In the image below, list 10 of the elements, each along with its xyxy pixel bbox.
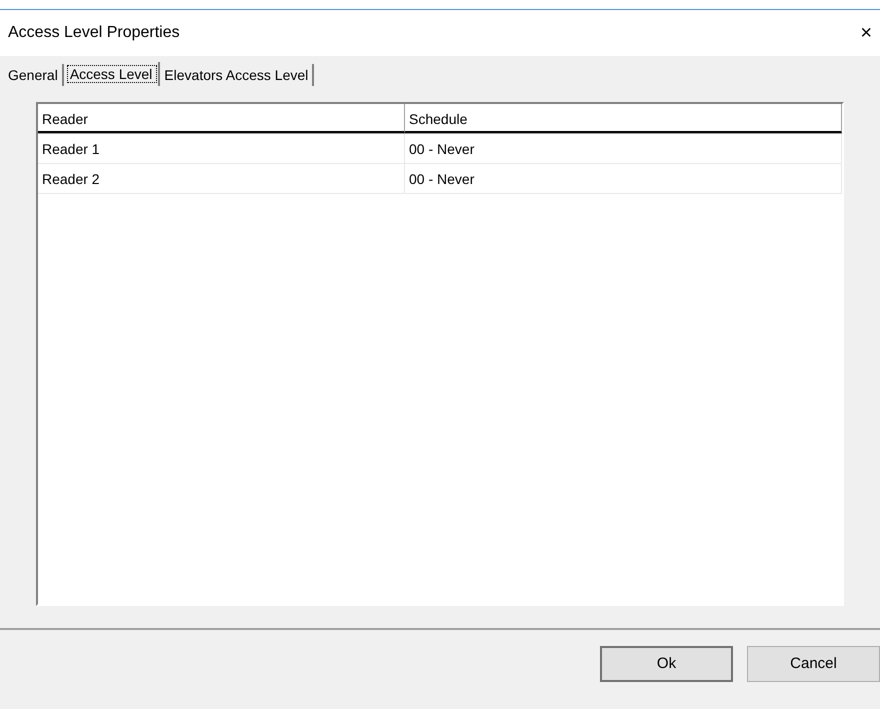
column-header[interactable]: Reader: [38, 104, 405, 133]
close-button[interactable]: ×: [856, 23, 876, 43]
table-cell: Reader 1: [38, 134, 405, 163]
window-title: Access Level Properties: [8, 23, 180, 43]
table-cell: Reader 2: [38, 164, 405, 193]
dialog-button[interactable]: Ok: [600, 646, 733, 682]
column-header[interactable]: Schedule: [405, 104, 842, 133]
table-cell: 00 - Never: [405, 164, 842, 193]
table-cell: 00 - Never: [405, 134, 842, 163]
dialog-button[interactable]: Cancel: [747, 646, 880, 682]
